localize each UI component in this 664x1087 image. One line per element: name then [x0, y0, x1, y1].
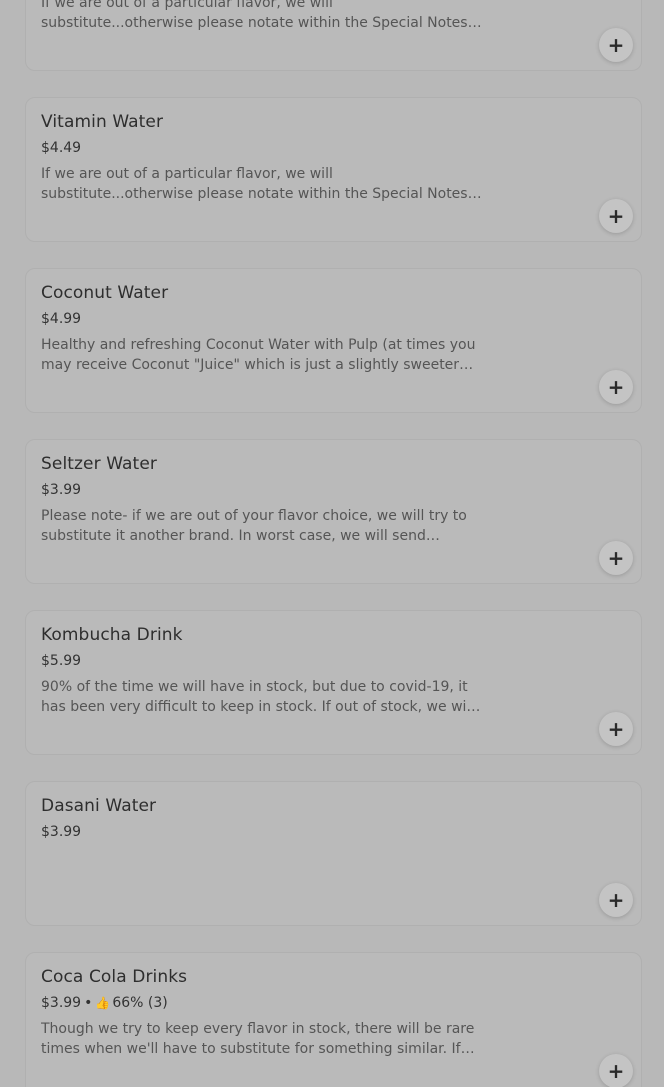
menu-item-card[interactable]: Vitamin Water $4.49 If we are out of a p… — [25, 97, 642, 242]
item-name: Seltzer Water — [41, 454, 157, 474]
thumbs-up-icon: 👍 — [95, 996, 111, 1010]
item-description: Please note- if we are out of your flavo… — [41, 508, 467, 544]
plus-icon: + — [607, 1059, 625, 1083]
plus-icon: + — [607, 546, 625, 570]
item-price-rating: $3.99 • 👍 66% (3) — [41, 995, 168, 1011]
separator: • — [84, 995, 93, 1011]
item-price: $3.99 — [41, 995, 82, 1011]
add-item-button[interactable]: + — [599, 712, 633, 746]
item-price: $3.99 — [41, 482, 82, 498]
item-description: Healthy and refreshing Coconut Water wit… — [41, 337, 476, 373]
item-rating: 66% (3) — [112, 995, 168, 1011]
item-description: 90% of the time we will have in stock, b… — [41, 679, 475, 715]
add-item-button[interactable]: + — [599, 541, 633, 575]
add-item-button[interactable]: + — [599, 883, 633, 917]
add-item-button[interactable]: + — [599, 370, 633, 404]
menu-item-card[interactable]: Coconut Water $4.99 Healthy and refreshi… — [25, 268, 642, 413]
add-item-button[interactable]: + — [599, 199, 633, 233]
plus-icon: + — [607, 204, 625, 228]
item-name: Vitamin Water — [41, 112, 164, 132]
item-description: If we are out of a particular flavor, we… — [41, 0, 468, 31]
add-item-button[interactable]: + — [599, 1054, 633, 1087]
item-description: If we are out of a particular flavor, we… — [41, 166, 468, 202]
menu-item-card[interactable]: If we are out of a particular flavor, we… — [25, 0, 642, 71]
item-price: $4.49 — [41, 140, 82, 156]
plus-icon: + — [607, 888, 625, 912]
item-name: Kombucha Drink — [41, 625, 183, 645]
add-item-button[interactable]: + — [599, 28, 633, 62]
item-name: Coca Cola Drinks — [41, 967, 188, 987]
item-name: Dasani Water — [41, 796, 157, 816]
menu-item-card[interactable]: Kombucha Drink $5.99 90% of the time we … — [25, 610, 642, 755]
plus-icon: + — [607, 717, 625, 741]
menu-item-card[interactable]: Dasani Water $3.99 + — [25, 781, 642, 926]
menu-item-card[interactable]: Coca Cola Drinks $3.99 • 👍 66% (3) Though w… — [25, 952, 642, 1087]
menu-item-list: If we are out of a particular flavor, we… — [0, 0, 664, 1087]
item-price: $3.99 — [41, 824, 82, 840]
plus-icon: + — [607, 33, 625, 57]
item-description: Though we try to keep every flavor in st… — [41, 1021, 475, 1057]
item-price: $5.99 — [41, 653, 82, 669]
item-name: Coconut Water — [41, 283, 169, 303]
menu-item-card[interactable]: Seltzer Water $3.99 Please note- if we a… — [25, 439, 642, 584]
item-price: $4.99 — [41, 311, 82, 327]
plus-icon: + — [607, 375, 625, 399]
